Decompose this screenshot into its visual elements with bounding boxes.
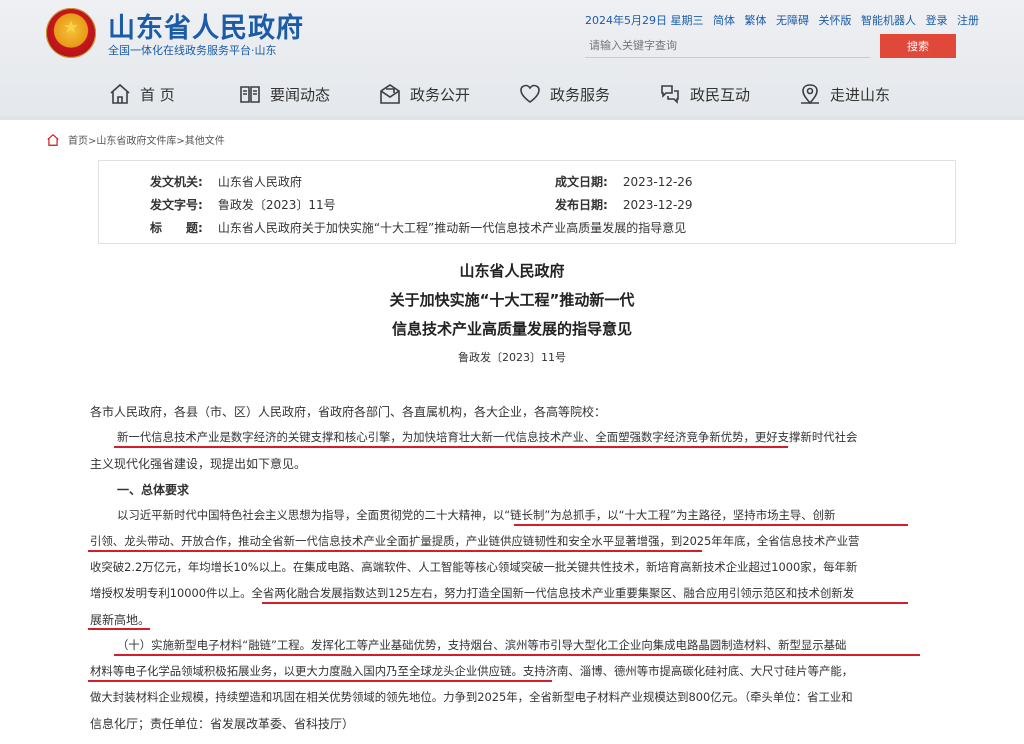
nav-gov-service[interactable]: 政务服务 xyxy=(518,80,610,108)
news-icon xyxy=(240,86,260,103)
body-line-10: （十）实施新型电子材料“融链”工程。发挥化工等产业基础优势，支持烟台、滨州等市引… xyxy=(117,638,847,652)
current-date: 2024年5月29日 星期三 xyxy=(585,14,704,27)
link-accessibility[interactable]: 无障碍 xyxy=(776,14,809,27)
body-line-6: 引领、龙头带动、开放合作，推动全省新一代信息技术产业全面扩量提质，产业链供应链韧… xyxy=(90,534,860,548)
nav-news-label: 要闻动态 xyxy=(270,85,331,104)
number-value: 鲁政发〔2023〕11号 xyxy=(217,198,336,212)
heart-icon xyxy=(520,84,540,103)
body-line-3: 主义现代化强省建设，现提出如下意见。 xyxy=(90,457,307,471)
info-published-date: 发布日期: 2023-12-29 xyxy=(555,196,693,213)
nav-about-shandong-label: 走进山东 xyxy=(830,85,891,104)
site-subtitle: 全国一体化在线政务服务平台·山东 xyxy=(108,44,277,57)
national-emblem-logo[interactable]: ★ xyxy=(46,8,96,58)
site-title[interactable]: 山东省人民政府 xyxy=(108,6,304,45)
nav-gov-open[interactable]: 政务公开 xyxy=(378,80,470,108)
nav-home-label: 首 页 xyxy=(140,85,175,104)
search-button[interactable]: 搜索 xyxy=(880,34,956,58)
nav-news[interactable]: 要闻动态 xyxy=(238,80,330,108)
body-line-1: 各市人民政府，各县（市、区）人民政府，省政府各部门、各直属机构，各大企业，各高等… xyxy=(90,405,607,419)
main-nav: 首 页 要闻动态 政务公开 政务服务 政民互动 走进山东 xyxy=(0,72,1024,116)
nav-gov-open-label: 政务公开 xyxy=(410,85,471,104)
issuer-value: 山东省人民政府 xyxy=(217,175,302,189)
nav-about-shandong[interactable]: 走进山东 xyxy=(798,80,890,108)
highlight-underline xyxy=(514,524,908,526)
breadcrumb-path[interactable]: 首页>山东省政府文件库>其他文件 xyxy=(68,132,225,147)
link-simplified[interactable]: 简体 xyxy=(713,14,735,27)
highlight-underline xyxy=(114,446,788,448)
body-line-8: 增授权发明专利10000件以上。全省两化融合发展指数达到125左右，努力打造全国… xyxy=(90,586,855,600)
home-icon[interactable] xyxy=(46,133,60,147)
body-line-13: 信息化厅；责任单位：省发展改革委、省科技厅） xyxy=(90,717,355,731)
number-label: 发文字号: xyxy=(150,198,203,212)
doc-title-line2: 关于加快实施“十大工程”推动新一代 xyxy=(389,291,635,309)
site-header: ★ 山东省人民政府 全国一体化在线政务服务平台·山东 2024年5月29日 星期… xyxy=(0,0,1024,120)
published-label: 发布日期: xyxy=(555,198,608,212)
mail-icon xyxy=(380,84,400,104)
body-line-5: 以习近平新时代中国特色社会主义思想为指导，全面贯彻党的二十大精神，以“链长制”为… xyxy=(117,508,836,522)
doc-title-line3: 信息技术产业高质量发展的指导意见 xyxy=(391,320,632,338)
published-value: 2023-12-29 xyxy=(622,198,693,212)
link-care-version[interactable]: 关怀版 xyxy=(819,14,852,27)
doc-title-line1: 山东省人民政府 xyxy=(459,262,565,280)
nav-interaction-label: 政民互动 xyxy=(690,85,751,104)
doc-number: 鲁政发〔2023〕11号 xyxy=(458,351,566,364)
breadcrumb: 首页>山东省政府文件库>其他文件 xyxy=(46,132,225,147)
link-register[interactable]: 注册 xyxy=(957,14,979,27)
body-line-12: 做大封装材料企业规模，持续塑造和巩固在相关优势领域的领先地位。力争到2025年，… xyxy=(90,690,853,704)
title-value: 山东省人民政府关于加快实施“十大工程”推动新一代信息技术产业高质量发展的指导意见 xyxy=(217,221,687,235)
created-value: 2023-12-26 xyxy=(622,175,693,189)
info-created-date: 成文日期: 2023-12-26 xyxy=(555,173,693,190)
created-label: 成文日期: xyxy=(555,175,608,189)
nav-home[interactable]: 首 页 xyxy=(108,80,175,108)
home-icon xyxy=(110,83,130,104)
link-traditional[interactable]: 繁体 xyxy=(745,14,767,27)
link-login[interactable]: 登录 xyxy=(926,14,948,27)
body-line-2: 新一代信息技术产业是数字经济的关键支撑和核心引擎，为加快培育壮大新一代信息技术产… xyxy=(117,430,858,444)
title-label: 标 题: xyxy=(150,221,203,235)
info-issuer: 发文机关: 山东省人民政府 xyxy=(150,173,302,190)
info-doc-number: 发文字号: 鲁政发〔2023〕11号 xyxy=(150,196,336,213)
highlight-underline xyxy=(262,602,908,604)
search-input[interactable] xyxy=(585,34,870,58)
info-title: 标 题: 山东省人民政府关于加快实施“十大工程”推动新一代信息技术产业高质量发展… xyxy=(150,219,686,236)
document-info-box: 发文机关: 山东省人民政府 成文日期: 2023-12-26 发文字号: 鲁政发… xyxy=(98,160,956,244)
link-robot[interactable]: 智能机器人 xyxy=(861,14,916,27)
nav-gov-service-label: 政务服务 xyxy=(550,85,611,104)
header-divider xyxy=(0,116,1024,120)
issuer-label: 发文机关: xyxy=(150,175,203,189)
section-heading: 一、总体要求 xyxy=(117,483,190,497)
body-line-11: 材料等电子化学品领域积极拓展业务，以更大力度融入国内乃至全球龙头企业供应链。支持… xyxy=(90,664,854,678)
highlight-underline xyxy=(114,654,920,656)
highlight-underline xyxy=(88,680,552,682)
top-links: 2024年5月29日 星期三 简体 繁体 无障碍 关怀版 智能机器人 登录 注册 xyxy=(585,12,985,28)
body-line-9: 展新高地。 xyxy=(90,613,151,627)
highlight-underline xyxy=(88,550,702,552)
chat-icon xyxy=(661,85,679,104)
map-pin-icon xyxy=(801,84,819,105)
highlight-underline xyxy=(88,628,150,630)
nav-interaction[interactable]: 政民互动 xyxy=(658,80,750,108)
body-line-7: 收突破2.2万亿元，年均增长10%以上。在集成电路、高端软件、人工智能等核心领域… xyxy=(90,560,858,574)
